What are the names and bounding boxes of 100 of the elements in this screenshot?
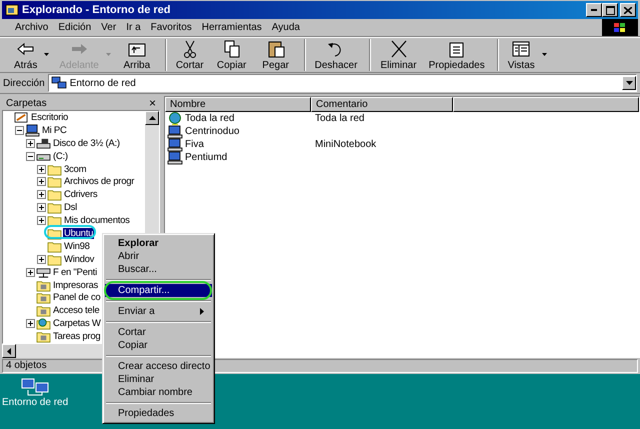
- folder-icon: [47, 240, 62, 253]
- submenu-arrow-icon: [200, 308, 204, 315]
- menu-item[interactable]: Archivo: [10, 22, 54, 33]
- toolbar-button[interactable]: Atrás: [8, 39, 54, 71]
- expand-toggle[interactable]: [37, 254, 47, 264]
- tree-item[interactable]: Tareas prog: [52, 331, 102, 342]
- dropdown-arrow-icon: [626, 81, 632, 85]
- maximize-button[interactable]: [602, 3, 618, 17]
- menu-item[interactable]: Ayuda: [266, 22, 305, 33]
- tree-item[interactable]: Carpetas W: [52, 318, 102, 330]
- menu-item[interactable]: Abrir: [105, 250, 212, 263]
- item-name[interactable]: Toda la red: [185, 113, 234, 124]
- views-icon: [510, 39, 532, 59]
- folder-icon: [47, 201, 62, 214]
- tree-item[interactable]: Impresoras: [52, 280, 100, 291]
- menu-item[interactable]: Edición: [53, 22, 96, 33]
- item-comment: MiniNotebook: [315, 139, 376, 150]
- toolbar-button[interactable]: Pegar: [254, 39, 298, 71]
- special-folder-icon: [36, 278, 51, 292]
- minimize-button[interactable]: [586, 3, 602, 17]
- maximize-icon: [606, 6, 614, 14]
- toolbar-button[interactable]: Propiedades: [422, 39, 491, 71]
- menu-item[interactable]: Compartir...: [105, 284, 212, 297]
- tree-item[interactable]: (C:): [52, 150, 69, 162]
- expand-toggle[interactable]: [26, 138, 36, 148]
- close-button[interactable]: [620, 3, 636, 17]
- desktop-icon-label[interactable]: Entorno de red: [2, 397, 68, 408]
- menu-item[interactable]: Propiedades: [105, 407, 212, 420]
- expand-toggle[interactable]: [26, 152, 36, 161]
- menu-item[interactable]: Herramientas: [196, 22, 267, 33]
- computer-icon: [167, 138, 183, 152]
- tree-item[interactable]: Windov: [63, 254, 96, 265]
- menu-item[interactable]: Cortar: [105, 326, 212, 339]
- menu-item[interactable]: Explorar: [105, 237, 212, 250]
- address-field[interactable]: Entorno de red: [48, 74, 637, 92]
- tree-item[interactable]: 3com: [63, 164, 88, 174]
- expand-toggle[interactable]: [37, 216, 47, 226]
- network-computers-icon[interactable]: [20, 377, 50, 397]
- folder-icon: [47, 175, 62, 188]
- menu-item[interactable]: Ir a: [121, 22, 146, 33]
- expand-toggle[interactable]: [26, 268, 36, 277]
- tree-item[interactable]: Cdrivers: [63, 189, 98, 200]
- dropdown-button[interactable]: [622, 76, 636, 90]
- dropdown-arrow-icon[interactable]: [44, 53, 50, 56]
- windows-logo: [602, 19, 638, 36]
- computer-icon: [167, 124, 183, 138]
- expand-toggle[interactable]: [37, 203, 47, 212]
- item-name[interactable]: Pentiumd: [185, 152, 228, 163]
- toolbar-button[interactable]: Vistas: [496, 39, 551, 71]
- toolbar-button[interactable]: Cortar: [164, 39, 210, 71]
- folder-icon: [47, 162, 62, 176]
- tree-item[interactable]: Acceso tele: [52, 305, 100, 316]
- folder-icon: [47, 214, 62, 228]
- toolbar-button[interactable]: Arriba: [114, 39, 159, 71]
- tree-item[interactable]: Dsl: [63, 202, 78, 214]
- folder-icon: [47, 252, 62, 266]
- special-folder-icon: [36, 304, 51, 318]
- menu-item[interactable]: Enviar a: [105, 305, 212, 318]
- item-name[interactable]: Fiva: [185, 139, 204, 150]
- menu-item[interactable]: Cambiar nombre: [105, 386, 212, 399]
- menu-item[interactable]: Copiar: [105, 339, 212, 352]
- globe-folder-icon: [36, 317, 51, 330]
- tree-item[interactable]: F en "Penti: [52, 266, 98, 278]
- floppy-drive-icon: [36, 136, 51, 150]
- computer-icon: [25, 124, 40, 137]
- tree-item[interactable]: Win98: [63, 240, 91, 252]
- menu-item[interactable]: Favoritos: [146, 22, 197, 33]
- column-header[interactable]: Nombre: [165, 97, 311, 112]
- close-pane-button[interactable]: ×: [148, 97, 156, 109]
- tree-item[interactable]: Archivos de progr: [63, 176, 136, 188]
- tree-item[interactable]: Escritorio: [30, 112, 70, 123]
- globe-icon: [167, 112, 183, 126]
- toolbar-button[interactable]: Copiar: [210, 39, 254, 71]
- menu-item[interactable]: Eliminar: [105, 373, 212, 386]
- highlight-ring: [44, 225, 96, 239]
- expand-toggle[interactable]: [26, 319, 36, 328]
- scroll-up-icon: [148, 116, 156, 120]
- tree-item[interactable]: Mis documentos: [63, 215, 131, 226]
- toolbar-button[interactable]: Eliminar: [369, 39, 423, 71]
- dropdown-arrow-icon[interactable]: [542, 53, 547, 56]
- pane-title: Carpetas: [6, 98, 47, 108]
- expand-toggle[interactable]: [37, 164, 47, 174]
- tree-item[interactable]: Panel de co: [52, 292, 102, 304]
- close-icon: [624, 6, 632, 14]
- window-icon: [5, 3, 19, 17]
- tree-item[interactable]: Mi PC: [41, 124, 68, 136]
- item-name[interactable]: Centrinoduo: [185, 126, 240, 137]
- toolbar-button[interactable]: Deshacer: [304, 39, 364, 71]
- network-icon: [50, 76, 67, 90]
- menu-item[interactable]: Ver: [96, 22, 122, 33]
- expand-toggle[interactable]: [37, 177, 47, 186]
- tree-item[interactable]: Disco de 3½ (A:): [52, 138, 121, 149]
- computer-icon: [167, 150, 183, 164]
- folder-icon: [47, 188, 62, 202]
- column-header[interactable]: Comentario: [311, 97, 453, 112]
- expand-toggle[interactable]: [15, 126, 25, 135]
- expand-toggle[interactable]: [37, 190, 47, 200]
- special-folder-icon: [36, 291, 51, 304]
- scroll-left-icon: [7, 348, 11, 354]
- menu-item[interactable]: Buscar...: [105, 263, 212, 276]
